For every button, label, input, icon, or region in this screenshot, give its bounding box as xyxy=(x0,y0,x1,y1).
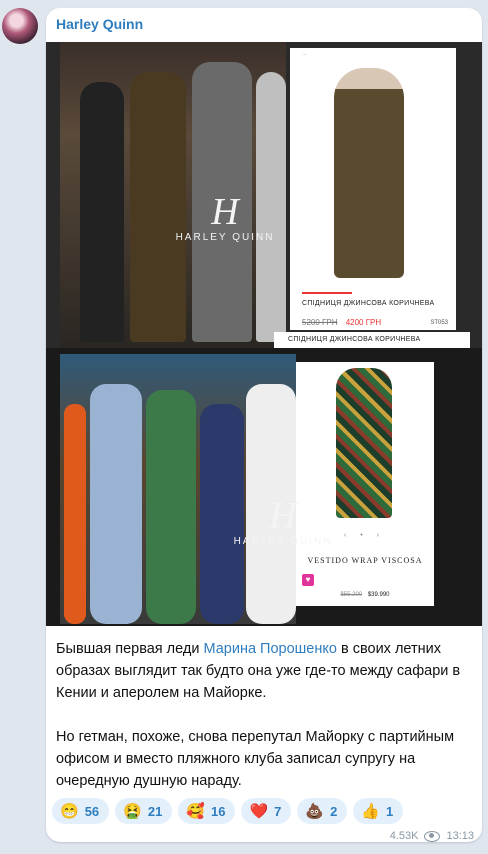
product2-old-price: $55.200 xyxy=(340,592,363,598)
sender-name[interactable]: Harley Quinn xyxy=(56,16,143,32)
old-price: 5200 ГРН xyxy=(302,318,338,327)
watermark-text: HARLEY QUINN xyxy=(175,232,275,243)
smiling-hearts-emoji-icon: 🥰 xyxy=(186,802,205,820)
vomit-emoji-icon: 🤮 xyxy=(123,802,142,820)
poop-emoji-icon: 💩 xyxy=(305,802,325,820)
reaction-count: 1 xyxy=(386,803,394,819)
watermark-logo-2: H HARLEY QUINN xyxy=(218,496,348,547)
reaction-count: 2 xyxy=(330,803,338,819)
mention-link[interactable]: Марина Порошенко xyxy=(203,641,336,657)
photo-top[interactable]: ··· СПІДНИЦЯ ДЖИНСОВА КОРИЧНЕВА 5200 ГРН… xyxy=(46,42,482,348)
product-card-skirt: ··· СПІДНИЦЯ ДЖИНСОВА КОРИЧНЕВА 5200 ГРН… xyxy=(290,48,456,330)
product2-name: VESTIDO WRAP VISCOSA xyxy=(307,556,423,565)
reaction-grin[interactable]: 😁 56 xyxy=(52,798,110,824)
product2-new-price: $39.990 xyxy=(367,592,390,598)
red-heart-emoji-icon: ❤️ xyxy=(249,802,269,820)
reaction-count: 56 xyxy=(84,803,100,819)
watermark-text-2: HARLEY QUINN xyxy=(233,536,333,547)
reactions-bar: 😁 56 🤮 21 🥰 16 ❤️ 7 💩 2 👍 1 xyxy=(52,798,404,824)
caption-text-1: Бывшая первая леди xyxy=(56,641,204,657)
reaction-count: 7 xyxy=(274,803,282,819)
message-time: 13:13 xyxy=(446,830,474,842)
product-card-dress: ‹ • › VESTIDO WRAP VISCOSA $55.200 $39.9… xyxy=(296,362,434,606)
reaction-heart[interactable]: ❤️ 7 xyxy=(241,798,292,824)
view-count: 4.53K xyxy=(389,830,419,842)
event-photo-2 xyxy=(60,354,296,624)
caption-paragraph-2: Но гетман, похоже, снова перепутал Майор… xyxy=(56,729,455,789)
channel-avatar[interactable] xyxy=(2,8,38,44)
reaction-vomit[interactable]: 🤮 21 xyxy=(115,798,173,824)
grin-emoji-icon: 😁 xyxy=(60,802,79,820)
product-strip: СПІДНИЦЯ ДЖИНСОВА КОРИЧНЕВА xyxy=(274,332,470,348)
reaction-count: 21 xyxy=(147,803,163,819)
message-meta: 4.53K 13:13 xyxy=(390,830,474,842)
new-price: 4200 ГРН xyxy=(345,318,382,327)
reaction-thumbs-up[interactable]: 👍 1 xyxy=(353,798,404,824)
product-strip-title: СПІДНИЦЯ ДЖИНСОВА КОРИЧНЕВА xyxy=(288,336,421,343)
eye-icon xyxy=(424,830,441,842)
reaction-count: 16 xyxy=(211,803,226,819)
reaction-love-face[interactable]: 🥰 16 xyxy=(178,798,236,824)
reaction-poop[interactable]: 💩 2 xyxy=(297,798,348,824)
product-sku: ST053 xyxy=(430,320,448,326)
thumbs-up-emoji-icon: 👍 xyxy=(361,802,380,820)
watermark-logo: H HARLEY QUINN xyxy=(160,192,290,243)
message-text: Бывшая первая леди Марина Порошенко в св… xyxy=(56,638,474,792)
heart-icon: ♥ xyxy=(302,574,314,586)
photo-bottom[interactable]: ‹ • › VESTIDO WRAP VISCOSA $55.200 $39.9… xyxy=(46,348,482,626)
message-bubble: Harley Quinn ··· СПІДНИЦЯ ДЖИНСОВА КОРИЧ… xyxy=(46,8,482,842)
product-title: СПІДНИЦЯ ДЖИНСОВА КОРИЧНЕВА xyxy=(302,300,435,307)
